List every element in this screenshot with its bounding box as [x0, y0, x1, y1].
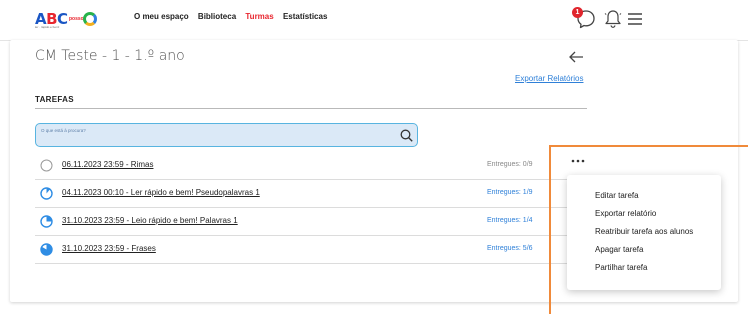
logo-subtitle: ler · rápido e bem! — [35, 25, 60, 29]
task-progress-icon — [40, 187, 53, 200]
notification-badge: 1 — [572, 7, 583, 18]
nav-item-o-meu-espaco[interactable]: O meu espaço — [134, 12, 189, 21]
nav-item-estatisticas[interactable]: Estatísticas — [283, 12, 327, 21]
search-input[interactable]: O que está à procura? — [35, 123, 418, 147]
task-delivered-count: Entregues: 0/9 — [487, 161, 533, 168]
task-context-menu: Editar tarefa Exportar relatório Reatrib… — [567, 175, 721, 290]
search-placeholder: O que está à procura? — [41, 128, 86, 133]
top-navigation: ABC ler · rápido e bem! posso O meu espa… — [0, 0, 748, 40]
menu-item-reatribuir-tarefa[interactable]: Reatribuir tarefa aos alunos — [595, 227, 693, 236]
app-logo[interactable]: ABC ler · rápido e bem! posso — [35, 10, 127, 30]
bell-icon[interactable] — [604, 9, 622, 29]
task-title-link[interactable]: 06.11.2023 23:59 - Rimas — [62, 160, 153, 169]
task-progress-icon — [40, 215, 53, 228]
nav-item-turmas[interactable]: Turmas — [245, 12, 273, 21]
task-progress-icon — [40, 159, 53, 172]
page-title: CM Teste - 1 - 1.º ano — [35, 48, 185, 64]
search-icon[interactable] — [400, 129, 413, 142]
row-divider — [35, 263, 587, 264]
menu-item-apagar-tarefa[interactable]: Apagar tarefa — [595, 245, 643, 254]
task-title-link[interactable]: 31.10.2023 23:59 - Frases — [62, 244, 156, 253]
task-progress-icon — [40, 243, 53, 256]
task-title-link[interactable]: 31.10.2023 23:59 - Leio rápido e bem! Pa… — [62, 216, 238, 225]
task-row[interactable]: 06.11.2023 23:59 - Rimas Entregues: 0/9 — [35, 152, 587, 180]
task-title-link[interactable]: 04.11.2023 00:10 - Ler rápido e bem! Pse… — [62, 188, 260, 197]
export-reports-link[interactable]: Exportar Relatórios — [515, 74, 583, 83]
nav-item-biblioteca[interactable]: Biblioteca — [198, 12, 236, 21]
task-row[interactable]: 04.11.2023 00:10 - Ler rápido e bem! Pse… — [35, 180, 587, 208]
hamburger-menu-icon[interactable] — [627, 11, 643, 27]
task-delivered-count: Entregues: 1/4 — [487, 217, 533, 224]
logo-ring-icon — [83, 12, 97, 26]
section-title: TAREFAS — [35, 95, 74, 104]
task-delivered-count: Entregues: 5/6 — [487, 245, 533, 252]
section-divider — [35, 108, 587, 109]
task-row[interactable]: 31.10.2023 23:59 - Leio rápido e bem! Pa… — [35, 208, 587, 236]
menu-item-exportar-relatorio[interactable]: Exportar relatório — [595, 209, 656, 218]
menu-item-editar-tarefa[interactable]: Editar tarefa — [595, 191, 639, 200]
task-delivered-count: Entregues: 1/9 — [487, 189, 533, 196]
menu-item-partilhar-tarefa[interactable]: Partilhar tarefa — [595, 263, 647, 272]
logo-kid-text: posso — [69, 16, 84, 22]
back-arrow-icon[interactable] — [568, 50, 584, 64]
main-nav: O meu espaço Biblioteca Turmas Estatísti… — [134, 12, 334, 21]
top-icons: 1 — [572, 4, 666, 34]
task-row[interactable]: 31.10.2023 23:59 - Frases Entregues: 5/6 — [35, 236, 587, 264]
